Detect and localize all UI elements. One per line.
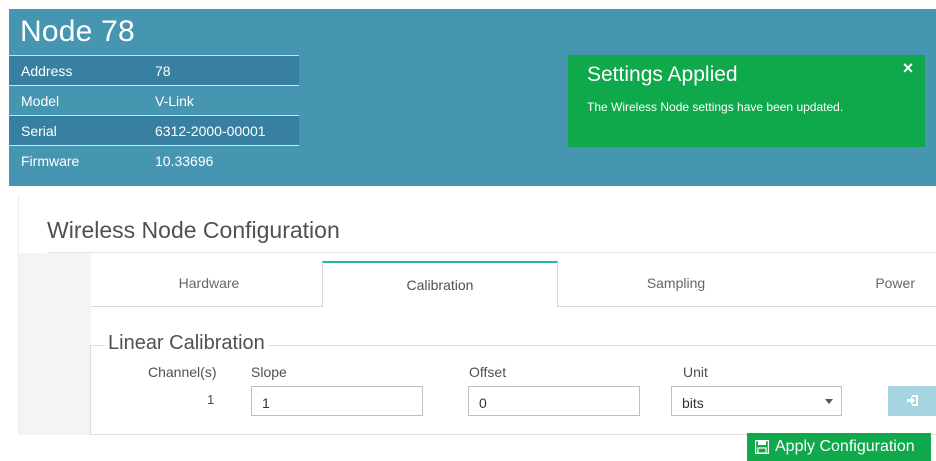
toast-message: The Wireless Node settings have been upd…	[587, 100, 844, 114]
info-value: 6312-2000-00001	[155, 122, 266, 139]
info-key: Serial	[21, 122, 57, 139]
unit-select-value: bits	[682, 395, 704, 411]
info-row-address: Address 78	[9, 55, 299, 85]
info-value: 78	[155, 62, 171, 79]
channel-label: Channel(s)	[148, 364, 217, 380]
divider	[47, 252, 936, 253]
info-key: Firmware	[21, 152, 80, 169]
apply-configuration-label: Apply Configuration	[775, 438, 915, 455]
info-value: 10.33696	[155, 152, 214, 169]
apply-configuration-button[interactable]: Apply Configuration	[747, 433, 931, 461]
close-icon[interactable]: ×	[897, 57, 919, 79]
tab-calibration[interactable]: Calibration	[322, 261, 558, 308]
info-key: Address	[21, 62, 73, 79]
node-title: Node 78	[20, 15, 135, 48]
config-tabs: Hardware Calibration Sampling Power	[91, 261, 936, 308]
offset-label: Offset	[469, 364, 507, 380]
info-value: V-Link	[155, 92, 194, 109]
left-gutter	[19, 253, 91, 435]
slope-label: Slope	[251, 364, 287, 380]
slope-input[interactable]	[251, 386, 423, 416]
info-key: Model	[21, 92, 60, 109]
unit-select[interactable]: bits	[671, 386, 842, 416]
linear-calibration-group: Linear Calibration Channel(s) Slope Offs…	[90, 332, 936, 435]
chevron-down-icon	[825, 399, 833, 404]
info-row-model: Model V-Link	[9, 85, 299, 115]
tab-power[interactable]: Power	[794, 261, 936, 307]
page-title: Wireless Node Configuration	[47, 217, 340, 243]
section-legend: Linear Calibration	[105, 332, 268, 355]
sign-in-icon	[907, 395, 918, 406]
channel-number: 1	[207, 392, 215, 407]
success-toast: Settings Applied The Wireless Node setti…	[568, 55, 925, 147]
info-row-serial: Serial 6312-2000-00001	[9, 115, 299, 145]
info-row-firmware: Firmware 10.33696	[9, 145, 299, 175]
tab-hardware[interactable]: Hardware	[91, 261, 327, 307]
apply-calibration-button[interactable]	[888, 386, 936, 416]
toast-title: Settings Applied	[587, 63, 738, 86]
unit-label: Unit	[683, 364, 708, 380]
save-icon	[755, 440, 769, 454]
node-info-table: Address 78 Model V-Link Serial 6312-2000…	[9, 55, 299, 175]
offset-input[interactable]	[468, 386, 640, 416]
tab-sampling[interactable]: Sampling	[558, 261, 794, 307]
